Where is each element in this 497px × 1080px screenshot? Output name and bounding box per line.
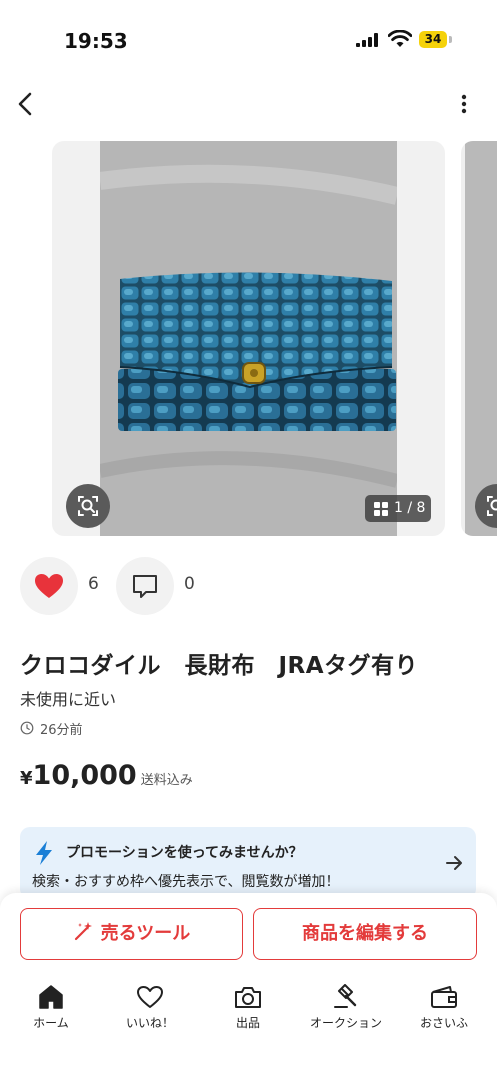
tab-wallet[interactable]: おさいふ — [399, 984, 489, 1034]
image-search-button-next[interactable] — [475, 484, 497, 528]
next-photo-peek[interactable] — [461, 141, 497, 536]
status-bar: 19:53 34 — [0, 0, 497, 80]
tab-sell-label: 出品 — [235, 1016, 260, 1030]
tab-sell[interactable]: 出品 — [203, 984, 293, 1034]
tab-likes-label: いいね！ — [125, 1016, 174, 1030]
tab-auction-label: オークション — [309, 1016, 382, 1030]
back-arrow-icon[interactable] — [12, 88, 42, 120]
shipping-info: 送料込み — [140, 773, 193, 788]
like-button[interactable] — [20, 557, 78, 615]
item-condition: 未使用に近い — [20, 690, 117, 709]
tab-home[interactable]: ホーム — [6, 984, 96, 1034]
comment-icon — [133, 575, 157, 598]
product-title: クロコダイル 長財布 JRAタグ有り — [20, 653, 419, 679]
product-photo — [100, 141, 397, 536]
image-search-button[interactable] — [66, 484, 110, 528]
price-currency: ¥ — [20, 768, 33, 789]
comment-count: 0 — [184, 574, 195, 594]
image-counter-badge[interactable]: 1 / 8 — [365, 495, 431, 522]
tab-wallet-label: おさいふ — [419, 1016, 468, 1030]
image-counter-text: 1 / 8 — [394, 500, 426, 516]
home-icon — [39, 985, 63, 1009]
battery-level: 34 — [424, 32, 442, 46]
next-photo — [465, 141, 497, 536]
wifi-icon — [388, 30, 412, 47]
camera-icon — [235, 987, 261, 1008]
bottom-action-sheet: 売るツール 商品を編集する ホーム いいね！ 出品 オークション おさいふ — [0, 893, 497, 1080]
grid-icon — [374, 502, 388, 516]
battery-icon: 34 — [419, 31, 453, 49]
cellular-signal-icon — [356, 33, 378, 47]
sell-tools-button[interactable]: 売るツール — [20, 908, 243, 960]
clock-icon — [20, 721, 34, 735]
gavel-icon — [334, 984, 357, 1008]
magic-wand-icon — [74, 922, 92, 941]
lens-search-icon — [78, 496, 98, 516]
tab-likes[interactable]: いいね！ — [105, 984, 195, 1034]
tab-home-label: ホーム — [33, 1016, 69, 1030]
promotion-banner[interactable]: プロモーションを使ってみませんか？ 検索・おすすめ枠へ優先表示で、閲覧数が増加！ — [20, 827, 476, 899]
like-count: 6 — [88, 574, 99, 594]
promotion-headline: プロモーションを使ってみませんか？ — [66, 845, 303, 861]
more-options-icon[interactable] — [452, 90, 476, 120]
posted-time-text: 26分前 — [40, 723, 83, 738]
heart-filled-icon — [35, 574, 63, 598]
price: ¥10,000 送料込み — [20, 760, 193, 791]
lightning-bolt-icon — [36, 841, 52, 865]
promotion-description: 検索・おすすめ枠へ優先表示で、閲覧数が増加！ — [32, 874, 340, 890]
heart-outline-icon — [137, 986, 163, 1008]
sell-tools-label: 売るツール — [100, 923, 191, 944]
edit-item-button[interactable]: 商品を編集する — [253, 908, 477, 960]
product-image-carousel[interactable] — [52, 141, 445, 536]
tab-auction[interactable]: オークション — [301, 984, 391, 1034]
price-amount: 10,000 — [32, 760, 137, 791]
status-time: 19:53 — [64, 29, 128, 53]
arrow-right-icon — [446, 856, 462, 870]
wallet-icon — [431, 986, 457, 1008]
comment-button[interactable] — [116, 557, 174, 615]
lens-search-icon — [487, 496, 497, 516]
